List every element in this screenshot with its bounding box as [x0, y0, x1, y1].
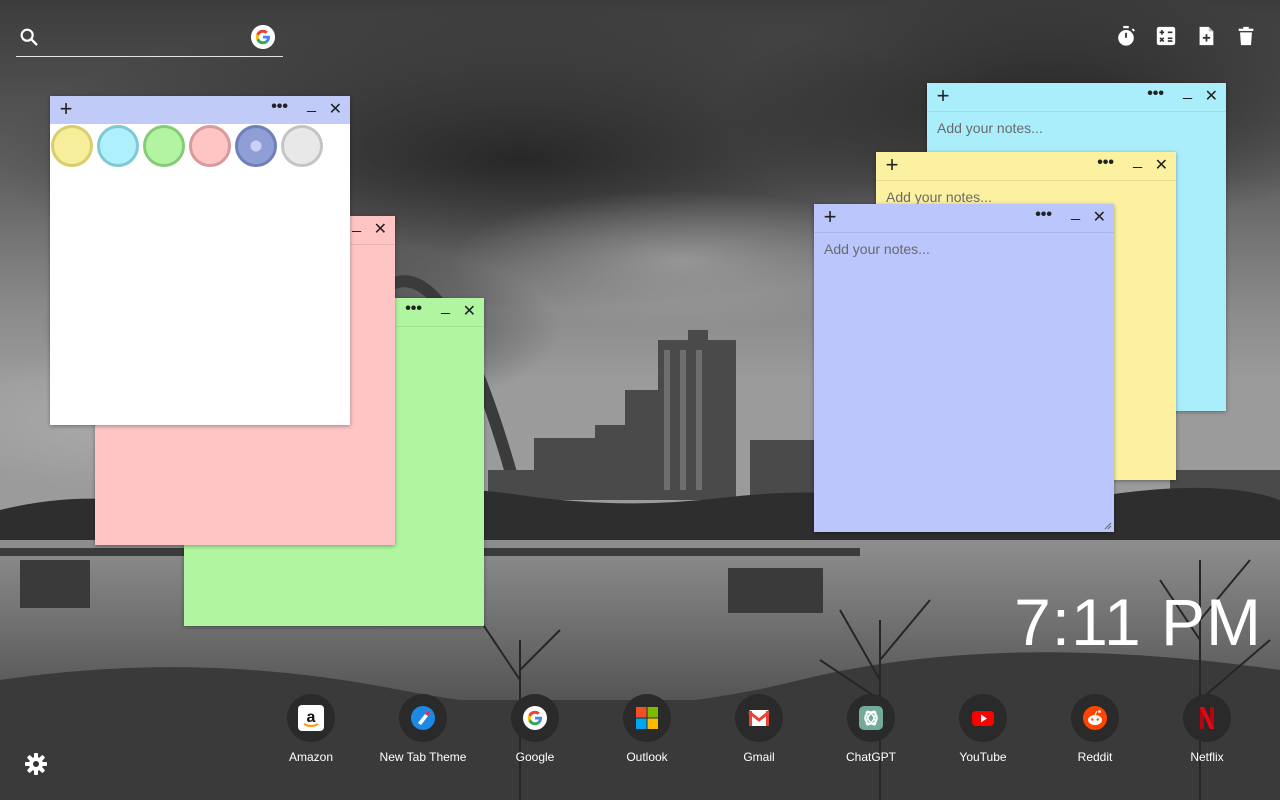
minimize-icon[interactable]: _: [1071, 204, 1080, 222]
chatgpt-icon: [847, 694, 895, 742]
sticky-note-blue[interactable]: + ••• _ ✕: [814, 204, 1114, 532]
more-options-icon[interactable]: •••: [1097, 154, 1114, 172]
shortcut-label: ChatGPT: [845, 750, 896, 764]
add-note-icon[interactable]: +: [56, 98, 76, 121]
add-note-icon[interactable]: +: [933, 85, 953, 108]
close-icon[interactable]: ✕: [1093, 207, 1106, 227]
shortcut-reddit[interactable]: Reddit: [1039, 694, 1151, 764]
color-swatch-yellow[interactable]: [51, 125, 93, 167]
calculator-button[interactable]: [1154, 24, 1178, 48]
more-options-icon[interactable]: •••: [271, 98, 288, 116]
add-note-button[interactable]: [1194, 24, 1218, 48]
search-input[interactable]: [50, 24, 244, 52]
close-icon[interactable]: ✕: [1205, 86, 1218, 106]
minimize-icon[interactable]: _: [307, 96, 316, 114]
shortcut-label: YouTube: [959, 750, 1007, 764]
shortcut-label: New Tab Theme: [379, 750, 467, 764]
note-text-area[interactable]: [814, 233, 1114, 532]
new-tab-theme-icon: [399, 694, 447, 742]
close-icon[interactable]: ✕: [463, 301, 476, 321]
close-icon[interactable]: ✕: [1155, 155, 1168, 175]
top-toolbar: [1114, 24, 1258, 48]
shortcut-new-tab-theme[interactable]: New Tab Theme: [367, 694, 479, 764]
reddit-icon: [1071, 694, 1119, 742]
shortcut-chatgpt[interactable]: ChatGPT: [815, 694, 927, 764]
google-icon: [511, 694, 559, 742]
timer-button[interactable]: [1114, 24, 1138, 48]
color-swatch-blue[interactable]: [235, 125, 277, 167]
shortcut-amazon[interactable]: a Amazon: [255, 694, 367, 764]
timer-icon: [1118, 25, 1135, 46]
search-icon[interactable]: [18, 26, 40, 48]
shortcut-label: Outlook: [626, 750, 668, 764]
add-note-icon: [1199, 26, 1214, 46]
youtube-icon: [959, 694, 1007, 742]
color-swatch-green[interactable]: [143, 125, 185, 167]
delete-button[interactable]: [1234, 24, 1258, 48]
resize-handle-icon[interactable]: [1104, 522, 1112, 530]
shortcut-netflix[interactable]: Netflix: [1151, 694, 1263, 764]
color-swatch-cyan[interactable]: [97, 125, 139, 167]
shortcut-youtube[interactable]: YouTube: [927, 694, 1039, 764]
shortcut-dock: a Amazon New Tab Theme Google Outlook Gm…: [255, 694, 1265, 774]
shortcut-label: Reddit: [1077, 750, 1113, 764]
google-search-engine-icon[interactable]: [251, 25, 275, 49]
sticky-note-color-picker[interactable]: + ••• _ ✕: [50, 96, 350, 425]
minimize-icon[interactable]: _: [1183, 83, 1192, 101]
color-swatch-pink[interactable]: [189, 125, 231, 167]
color-swatch-row: [50, 124, 350, 168]
clock: 7:11 PM: [1014, 585, 1262, 659]
shortcut-google[interactable]: Google: [479, 694, 591, 764]
shortcut-outlook[interactable]: Outlook: [591, 694, 703, 764]
more-options-icon[interactable]: •••: [1147, 85, 1164, 103]
minimize-icon[interactable]: _: [441, 298, 450, 316]
minimize-icon[interactable]: _: [352, 216, 361, 234]
search-bar: [16, 20, 283, 57]
outlook-icon: [623, 694, 671, 742]
delete-icon: [1238, 26, 1254, 46]
close-icon[interactable]: ✕: [374, 219, 387, 239]
minimize-icon[interactable]: _: [1133, 152, 1142, 170]
shortcut-gmail[interactable]: Gmail: [703, 694, 815, 764]
note-header: + ••• _ ✕: [876, 152, 1176, 180]
svg-text:a: a: [307, 709, 316, 726]
close-icon[interactable]: ✕: [329, 99, 342, 119]
add-note-icon[interactable]: +: [882, 154, 902, 177]
amazon-icon: a: [287, 694, 335, 742]
note-header: + ••• _ ✕: [927, 83, 1226, 111]
shortcut-label: Netflix: [1190, 750, 1224, 764]
note-header: + ••• _ ✕: [814, 204, 1114, 232]
shortcut-label: Google: [515, 750, 555, 764]
add-note-icon[interactable]: +: [820, 206, 840, 229]
shortcut-label: Gmail: [743, 750, 775, 764]
calculator-icon: [1156, 26, 1176, 46]
netflix-icon: [1183, 694, 1231, 742]
settings-gear-icon[interactable]: [24, 752, 48, 776]
note-header: + ••• _ ✕: [50, 96, 350, 124]
color-swatch-grey[interactable]: [281, 125, 323, 167]
more-options-icon[interactable]: •••: [1035, 206, 1052, 224]
gmail-icon: [735, 694, 783, 742]
shortcut-label: Amazon: [288, 750, 334, 764]
more-options-icon[interactable]: •••: [405, 300, 422, 318]
